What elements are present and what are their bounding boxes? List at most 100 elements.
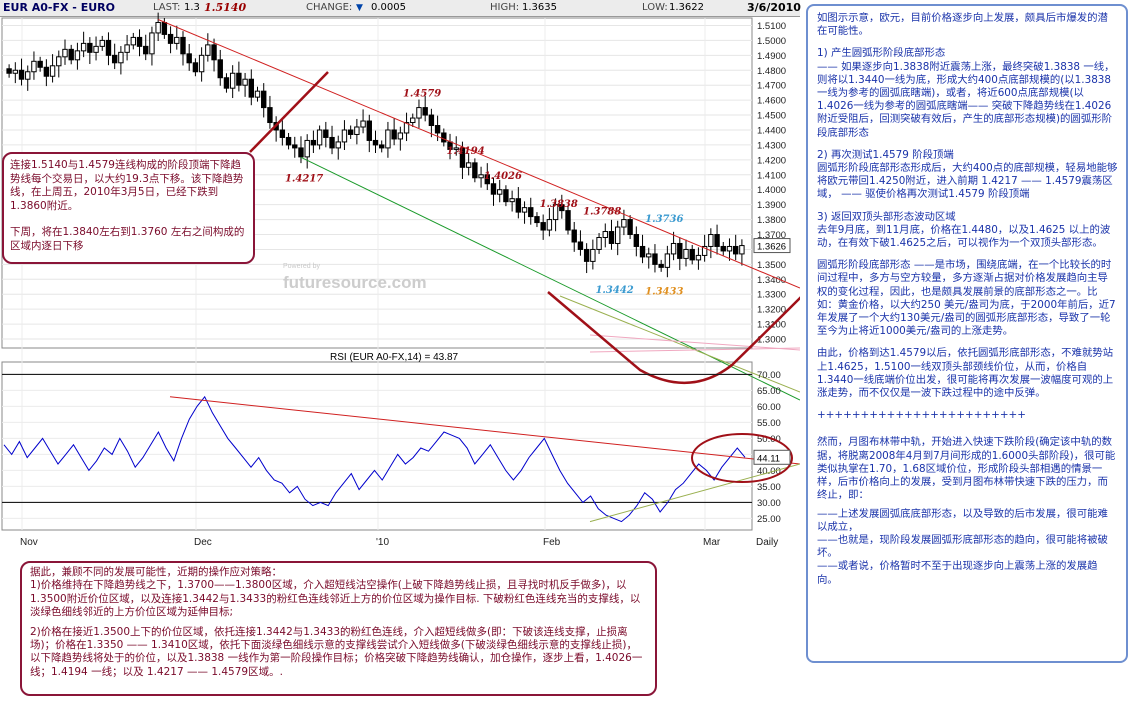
candle-body <box>596 237 602 250</box>
candle-body <box>248 78 254 98</box>
price-tick-label: 1.4600 <box>757 96 786 107</box>
x-tick-label: Nov <box>20 537 38 548</box>
watermark-sub: Powered by <box>283 263 320 270</box>
candle-body <box>217 59 223 79</box>
price-tick-label: 1.4000 <box>757 185 786 196</box>
analysis-caveat: 然而，月图布林带中轨，开始进入快速下跌阶段(确定该中轨的数据，将脱离2008年4… <box>817 436 1116 502</box>
candle-body <box>434 125 441 134</box>
candle-body <box>149 32 155 55</box>
candle-body <box>105 39 112 56</box>
price-tick-label: 1.4300 <box>757 140 786 151</box>
rsi-tick-label: 65.00 <box>757 386 781 397</box>
candle-body <box>261 90 267 109</box>
analysis-caveat-3: ——或者说，价格暂时不至于出现逐步向上震荡上涨的发展趋向。 <box>817 560 1098 586</box>
candle-body <box>323 129 329 138</box>
candle-body <box>180 36 186 55</box>
x-tick-label: Daily <box>756 537 778 548</box>
candle-body <box>292 144 298 149</box>
candle-body <box>397 132 404 140</box>
candle-body <box>43 66 50 77</box>
candle-body <box>205 44 211 56</box>
analysis-section-2: 圆弧形阶段底部形态形成后，大约400点的底部规模，轻易地能够将欧元带回1.425… <box>817 162 1118 201</box>
candle-body <box>236 72 242 86</box>
candle-body <box>329 136 335 149</box>
candle-body <box>695 254 702 261</box>
left-note-text-1: 连接1.5140与1.4579连线构成的阶段顶端下降趋势线每个交易日，以大约19… <box>10 159 244 212</box>
strategy-2: 2)价格在接近1.3500上下的价位区域，依托连接1.3442与1.3433的粉… <box>30 625 643 678</box>
candle-body <box>540 222 546 231</box>
candle-body <box>136 36 143 47</box>
rsi-tick-label: 35.00 <box>757 482 781 493</box>
candle-body <box>379 144 385 149</box>
price-annotation: 1.4026 <box>484 171 522 182</box>
last-price-label: 1.3626 <box>757 242 786 253</box>
candle-body <box>360 120 366 128</box>
candle-body <box>93 45 99 53</box>
candle-body <box>583 248 590 262</box>
candle-body <box>341 129 348 143</box>
candle-body <box>739 245 745 255</box>
candle-body <box>372 139 379 146</box>
analysis-caveat-1: ——上述发展圆弧底底部形态，以及导致的后市发展，很可能难以成立， <box>817 507 1108 533</box>
candle-body <box>267 107 273 124</box>
analysis-intro: 如图示示意，欧元，目前价格逐步向上发展，颇具后市爆发的潜在可能性。 <box>817 12 1108 38</box>
candle-body <box>509 198 515 203</box>
analysis-rounding-bottom: 圆弧形阶段底部形态 ——是市场，围绕底端，在一个比较长的时间过程中，多方与空方较… <box>817 259 1116 338</box>
candle-body <box>608 231 615 244</box>
price-tick-label: 1.4800 <box>757 66 786 77</box>
candle-body <box>677 242 683 259</box>
analysis-section-2-title: 2) 再次测试1.4579 阶段顶端 <box>817 148 954 161</box>
candle-body <box>385 129 391 149</box>
price-tick-label: 1.4100 <box>757 170 786 181</box>
price-tick-label: 1.4200 <box>757 155 786 166</box>
analysis-conclusion: 由此，价格到达1.4579以后，依托圆弧形底部形态，不难就势站上1.4625，1… <box>817 347 1114 400</box>
candle-body <box>316 129 323 146</box>
candle-body <box>726 245 733 252</box>
x-tick-label: Feb <box>543 537 561 548</box>
candle-body <box>192 62 199 73</box>
price-tick-label: 1.5100 <box>757 21 786 32</box>
candle-body <box>49 65 56 77</box>
candle-body <box>534 216 540 224</box>
candle-body <box>298 147 304 158</box>
candle-body <box>167 33 174 44</box>
candle-body <box>528 207 534 218</box>
candle-body <box>646 253 652 258</box>
candle-body <box>732 245 739 255</box>
price-tick-label: 1.3500 <box>757 260 786 271</box>
candle-body <box>198 54 205 73</box>
candle-body <box>422 107 428 116</box>
analysis-section-3-title: 3) 返回双顶头部形态波动区域 <box>817 210 956 223</box>
price-tick-label: 1.4900 <box>757 51 786 62</box>
candle-body <box>614 226 621 244</box>
candle-body <box>633 234 640 247</box>
candle-body <box>130 36 137 46</box>
candle-body <box>56 56 62 67</box>
candle-body <box>472 162 478 179</box>
analysis-separator: ++++++++++++++++++++++++ <box>817 409 1026 422</box>
candle-body <box>478 174 484 179</box>
rsi-title: RSI (EUR A0-FX,14) = 43.87 <box>330 352 459 363</box>
candle-body <box>565 210 571 231</box>
price-tick-label: 1.3200 <box>757 305 786 316</box>
candle-body <box>99 39 105 47</box>
x-tick-label: Mar <box>703 537 721 548</box>
rsi-tick-label: 55.00 <box>757 418 781 429</box>
candle-body <box>515 198 522 213</box>
candle-body <box>37 60 43 68</box>
candle-body <box>391 129 397 140</box>
candle-body <box>708 234 714 247</box>
candle-body <box>211 44 217 61</box>
price-annotation: 1.4194 <box>446 146 484 157</box>
candle-body <box>155 21 161 34</box>
candle-body <box>714 234 720 247</box>
trendline-annotation-box: 连接1.5140与1.4579连线构成的阶段顶端下降趋势线每个交易日，以大约19… <box>2 152 255 264</box>
candle-body <box>627 219 633 236</box>
candle-body <box>441 132 447 143</box>
price-annotation: 1.3433 <box>645 286 683 297</box>
candle-body <box>503 189 509 203</box>
candle-body <box>18 69 25 80</box>
candle-body <box>366 120 372 141</box>
candle-body <box>347 129 354 135</box>
candle-body <box>74 50 81 61</box>
